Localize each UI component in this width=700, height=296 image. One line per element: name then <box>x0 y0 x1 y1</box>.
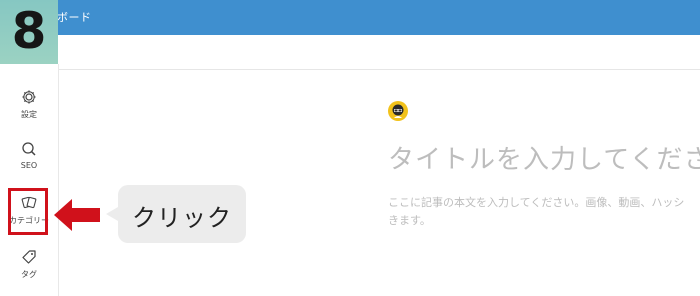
category-highlight-box <box>8 188 48 235</box>
callout-text: クリック <box>132 204 232 232</box>
search-icon <box>22 142 36 156</box>
pointer-arrow <box>54 199 100 231</box>
step-number-badge: 8 <box>0 0 58 64</box>
tag-icon <box>22 250 36 264</box>
callout-tail <box>106 207 118 221</box>
step-number: 8 <box>11 2 47 60</box>
instruction-callout: クリック <box>106 185 246 243</box>
post-body-input[interactable]: ここに記事の本文を入力してください。画像、動画、ハッシ きます。 <box>388 194 700 230</box>
editor-sidebar: 設定 SEO カテゴリー タグ <box>0 64 59 296</box>
sidebar-item-seo[interactable]: SEO <box>0 140 58 186</box>
editor-toolbar <box>58 35 700 70</box>
top-header-bar: ボード <box>0 0 700 35</box>
page-title: ボード <box>57 11 92 24</box>
sidebar-item-label: タグ <box>21 270 37 279</box>
sidebar-item-settings[interactable]: 設定 <box>0 88 58 134</box>
author-avatar[interactable] <box>388 101 408 121</box>
sidebar-item-label: 設定 <box>21 110 37 119</box>
body-placeholder-line: ここに記事の本文を入力してください。画像、動画、ハッシ <box>388 196 685 209</box>
body-placeholder-line: きます。 <box>388 214 431 227</box>
sidebar-item-tag[interactable]: タグ <box>0 248 58 294</box>
gear-icon <box>22 90 36 104</box>
post-title-input[interactable]: タイトルを入力してくださ <box>388 139 700 176</box>
sidebar-item-label: SEO <box>20 161 38 170</box>
